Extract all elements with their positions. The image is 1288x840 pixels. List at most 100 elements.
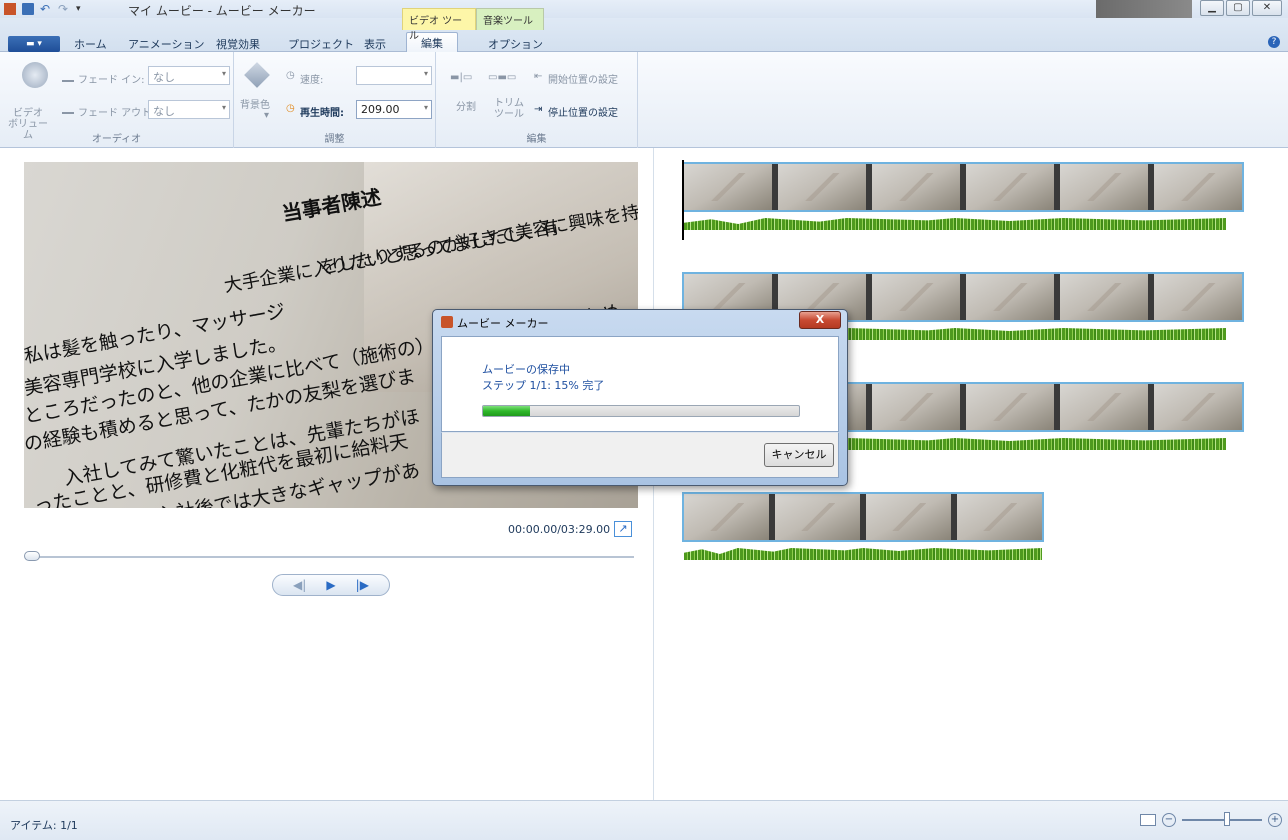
clip-frame — [1154, 164, 1242, 210]
clip-frame — [872, 274, 966, 320]
background-color-icon[interactable] — [244, 62, 270, 88]
step-status: ステップ 1/1: 15% 完了 — [482, 379, 605, 392]
zoom-slider[interactable] — [1182, 812, 1262, 826]
previous-frame-icon[interactable]: ◀| — [293, 578, 306, 592]
dialog-title: ムービー メーカー — [457, 317, 549, 330]
video-volume-icon[interactable] — [22, 62, 48, 88]
status-bar: アイテム: 1/1 − + — [0, 800, 1288, 840]
duration-label: 再生時間: — [300, 108, 344, 119]
zoom-out-icon[interactable]: − — [1162, 813, 1176, 827]
ribbon-group-audio: ビデオ ボリューム フェード イン: なし ▾ フェード アウト: なし ▾ オーデ… — [0, 52, 234, 148]
app-menu-button[interactable]: ▬ ▾ — [8, 36, 60, 52]
undo-icon[interactable]: ↶ — [40, 3, 52, 15]
app-icon — [4, 3, 16, 15]
duration-select[interactable]: 209.00 ▾ — [356, 100, 432, 119]
set-start-point-button[interactable]: 開始位置の設定 — [548, 71, 618, 86]
movie-maker-icon — [441, 316, 453, 328]
clip-frame — [966, 384, 1060, 430]
chevron-down-icon[interactable]: ▾ — [264, 110, 269, 121]
fullscreen-preview-icon[interactable]: ↗ — [614, 521, 632, 537]
set-end-icon: ⇥ — [534, 104, 543, 115]
tab-visual-effects[interactable]: 視覚効果 — [216, 36, 260, 52]
duration-value: 209.00 — [361, 103, 400, 116]
fade-in-select[interactable]: なし ▾ — [148, 66, 230, 85]
fade-in-label: フェード イン: — [78, 75, 145, 86]
clip-frame — [966, 274, 1060, 320]
audio-waveform — [684, 548, 1042, 560]
ribbon-tab-row: ▬ ▾ ホーム アニメーション 視覚効果 プロジェクト 表示 編集 オプション … — [0, 18, 1288, 53]
fade-out-label: フェード アウト: — [78, 108, 155, 119]
fade-out-select[interactable]: なし ▾ — [148, 100, 230, 119]
save-icon[interactable] — [22, 3, 34, 15]
set-end-point-button[interactable]: 停止位置の設定 — [548, 104, 618, 119]
chevron-down-icon: ▾ — [221, 69, 226, 78]
redo-icon[interactable]: ↷ — [58, 3, 70, 15]
next-frame-icon[interactable]: |▶ — [356, 578, 369, 592]
trim-tool-label[interactable]: トリム ツール — [494, 98, 524, 120]
save-progress-dialog: ムービー メーカー X ムービーの保存中 ステップ 1/1: 15% 完了 キャ… — [432, 309, 848, 486]
chevron-down-icon: ▾ — [423, 103, 428, 112]
window-controls: ▁ ▢ ✕ — [1200, 0, 1282, 16]
seek-thumb[interactable] — [24, 551, 40, 561]
play-icon[interactable]: ▶ — [326, 578, 335, 592]
clip-frame — [872, 164, 966, 210]
clip-frame — [684, 494, 775, 540]
speed-label: 速度: — [300, 75, 324, 86]
fade-out-value: なし — [153, 105, 175, 118]
dialog-footer: キャンセル — [441, 432, 839, 478]
clip-frame — [1060, 384, 1154, 430]
window-title: マイ ムービー - ムービー メーカー — [128, 4, 316, 18]
movie-maker-window: ↶ ↷ ▾ マイ ムービー - ムービー メーカー ▁ ▢ ✕ ▬ ▾ ホーム … — [0, 0, 1288, 840]
trim-icon[interactable]: ▭▬▭ — [488, 72, 516, 83]
item-count: アイテム: 1/1 — [10, 819, 78, 832]
split-label[interactable]: 分割 — [456, 98, 476, 113]
tab-animation[interactable]: アニメーション — [128, 36, 205, 52]
tab-view[interactable]: 表示 — [364, 36, 386, 52]
fade-in-icon — [62, 70, 74, 82]
ribbon-group-edit: ▬|▭ 分割 ▭▬▭ トリム ツール ⇤ 開始位置の設定 ⇥ 停止位置の設定 編… — [436, 52, 638, 148]
clip-strip[interactable] — [682, 162, 1244, 212]
dialog-close-button[interactable]: X — [799, 311, 841, 329]
clip-frame — [966, 164, 1060, 210]
context-tab-music-tools: 音楽ツール — [476, 8, 544, 30]
clip-strip[interactable] — [682, 492, 1044, 542]
tab-home[interactable]: ホーム — [74, 36, 107, 52]
speed-select[interactable]: ▾ — [356, 66, 432, 85]
qat-dropdown-icon[interactable]: ▾ — [76, 3, 88, 15]
clip-frame — [1060, 274, 1154, 320]
group-label-audio: オーディオ — [91, 134, 142, 145]
clip-frame — [872, 384, 966, 430]
quick-access-toolbar: ↶ ↷ ▾ — [4, 1, 88, 17]
seek-bar[interactable] — [34, 556, 634, 558]
duration-icon: ◷ — [286, 103, 295, 114]
ribbon-group-adjust: 背景色 ▾ ◷ 速度: ▾ ◷ 再生時間: 209.00 ▾ 調整 — [234, 52, 436, 148]
maximize-button[interactable]: ▢ — [1226, 0, 1250, 16]
background-color-label[interactable]: 背景色 — [240, 96, 270, 111]
tab-options[interactable]: オプション — [488, 36, 543, 52]
audio-waveform — [684, 218, 1226, 230]
title-bar: ↶ ↷ ▾ マイ ムービー - ムービー メーカー ▁ ▢ ✕ — [0, 0, 1288, 30]
close-button[interactable]: ✕ — [1252, 0, 1282, 16]
zoom-in-icon[interactable]: + — [1268, 813, 1282, 827]
clip-frame — [684, 164, 778, 210]
fade-in-value: なし — [153, 71, 175, 84]
split-icon[interactable]: ▬|▭ — [450, 72, 472, 83]
clip-frame — [775, 494, 866, 540]
fade-out-icon — [62, 102, 74, 114]
chevron-down-icon: ▾ — [221, 103, 226, 112]
timeline-cursor[interactable] — [682, 160, 684, 240]
tab-project[interactable]: プロジェクト — [288, 36, 354, 52]
zoom-slider-thumb[interactable] — [1224, 812, 1230, 826]
help-icon[interactable]: ? — [1268, 36, 1280, 48]
timecode: 00:00.00/03:29.00 — [508, 523, 611, 536]
zoom-controls: − + — [1140, 812, 1282, 827]
ribbon: ビデオ ボリューム フェード イン: なし ▾ フェード アウト: なし ▾ オーデ… — [0, 52, 1288, 148]
minimize-button[interactable]: ▁ — [1200, 0, 1224, 16]
cancel-button[interactable]: キャンセル — [764, 443, 834, 467]
set-start-icon: ⇤ — [534, 71, 543, 82]
clip-frame — [866, 494, 957, 540]
thumbnail-size-icon[interactable] — [1140, 814, 1156, 826]
playback-controls: ◀| ▶ |▶ — [272, 574, 390, 596]
clip-frame — [957, 494, 1042, 540]
clip-frame — [1060, 164, 1154, 210]
